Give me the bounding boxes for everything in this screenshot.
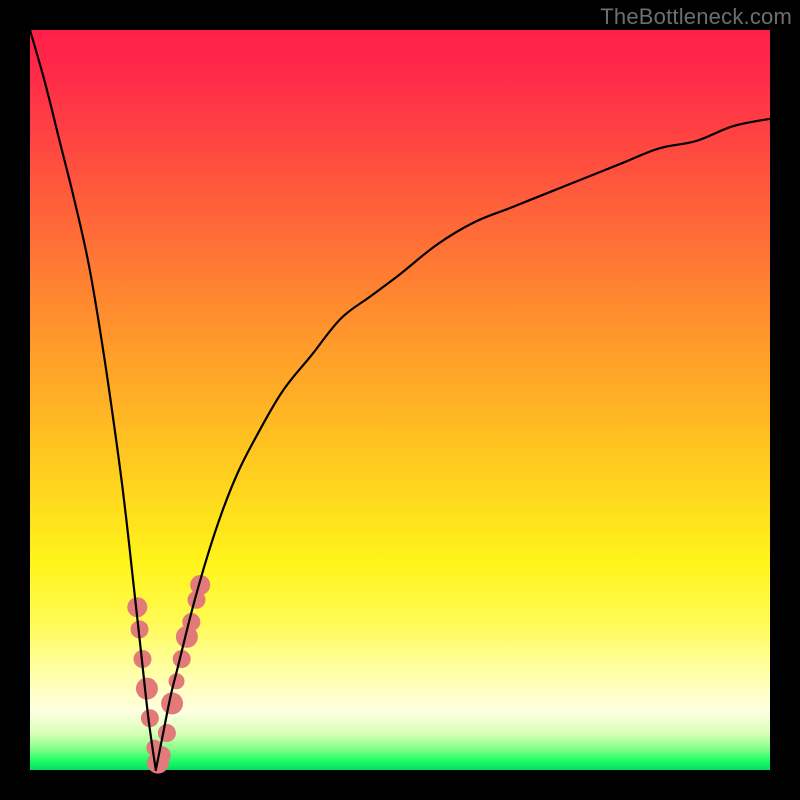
scatter-dots (127, 575, 210, 774)
scatter-dot (158, 724, 176, 742)
plot-area (30, 30, 770, 770)
watermark-text: TheBottleneck.com (600, 4, 792, 30)
curve-svg (30, 30, 770, 770)
scatter-dot (161, 692, 183, 714)
curve-right-branch (156, 119, 770, 770)
chart-frame: TheBottleneck.com (0, 0, 800, 800)
